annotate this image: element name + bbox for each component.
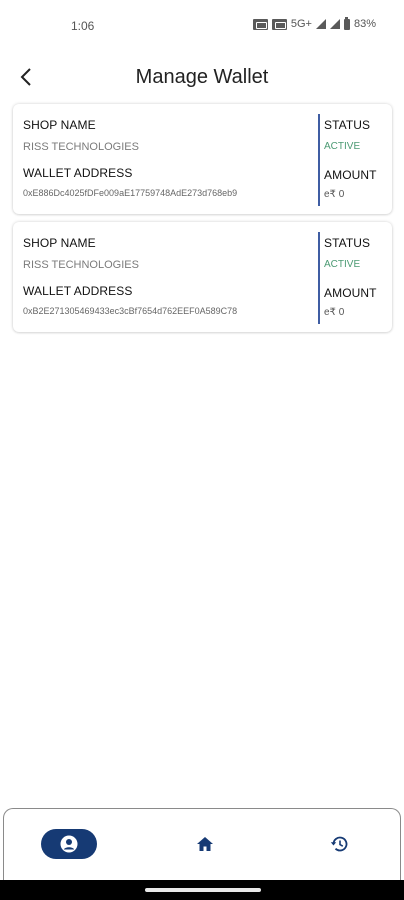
wallet-address-label: WALLET ADDRESS xyxy=(23,166,133,180)
wallet-card-details: SHOP NAME RISS TECHNOLOGIES WALLET ADDRE… xyxy=(23,236,313,316)
card-divider xyxy=(318,232,320,324)
nav-home-button[interactable] xyxy=(190,829,220,859)
battery-icon xyxy=(343,16,350,30)
profile-icon xyxy=(60,835,78,853)
wallet-address-value: 0xB2E271305469433ec3cBf7654d762EEF0A589C… xyxy=(23,306,238,316)
amount-label: AMOUNT xyxy=(324,286,377,300)
status-badge: ACTIVE xyxy=(324,141,361,152)
page-title: Manage Wallet xyxy=(135,66,269,88)
amount-value: e₹ 0 xyxy=(324,189,345,200)
wallet-card-details: SHOP NAME RISS TECHNOLOGIES WALLET ADDRE… xyxy=(23,118,313,198)
wallet-card-status: STATUS ACTIVE AMOUNT e₹ 0 xyxy=(324,118,390,200)
history-icon xyxy=(330,836,348,852)
shop-name-label: SHOP NAME xyxy=(23,236,96,250)
shop-name-value: RISS TECHNOLOGIES xyxy=(23,141,139,153)
wallet-card-status: STATUS ACTIVE AMOUNT e₹ 0 xyxy=(324,236,390,318)
sim-card-icon xyxy=(271,18,287,30)
wallet-address-label: WALLET ADDRESS xyxy=(23,284,133,298)
sim-card-icon xyxy=(252,18,268,30)
wallet-card[interactable]: SHOP NAME RISS TECHNOLOGIES WALLET ADDRE… xyxy=(13,222,392,332)
system-navigation-area xyxy=(0,880,404,900)
status-label: STATUS xyxy=(324,118,371,132)
shop-name-label: SHOP NAME xyxy=(23,118,96,132)
status-time: 1:06 xyxy=(71,19,95,33)
bottom-navigation xyxy=(3,808,401,880)
signal-icon xyxy=(315,19,326,29)
amount-label: AMOUNT xyxy=(324,168,377,182)
status-icons: 5G+ 83% xyxy=(252,16,376,30)
status-label: STATUS xyxy=(324,236,371,250)
battery-level: 83% xyxy=(353,18,376,30)
nav-history-button[interactable] xyxy=(324,829,354,859)
shop-name-value: RISS TECHNOLOGIES xyxy=(23,259,139,271)
signal-icon xyxy=(329,19,340,29)
home-icon xyxy=(197,837,213,851)
nav-profile-button[interactable] xyxy=(41,829,97,859)
wallet-card[interactable]: SHOP NAME RISS TECHNOLOGIES WALLET ADDRE… xyxy=(13,104,392,214)
amount-value: e₹ 0 xyxy=(324,307,345,318)
wallet-address-value: 0xE886Dc4025fDFe009aE17759748AdE273d768e… xyxy=(23,188,238,198)
app-header: Manage Wallet xyxy=(0,52,404,102)
network-type: 5G+ xyxy=(290,18,312,30)
card-divider xyxy=(318,114,320,206)
status-badge: ACTIVE xyxy=(324,259,361,270)
wallet-list: SHOP NAME RISS TECHNOLOGIES WALLET ADDRE… xyxy=(13,104,392,340)
status-bar: 1:06 5G+ 83% xyxy=(0,0,404,52)
gesture-handle[interactable] xyxy=(145,888,261,892)
